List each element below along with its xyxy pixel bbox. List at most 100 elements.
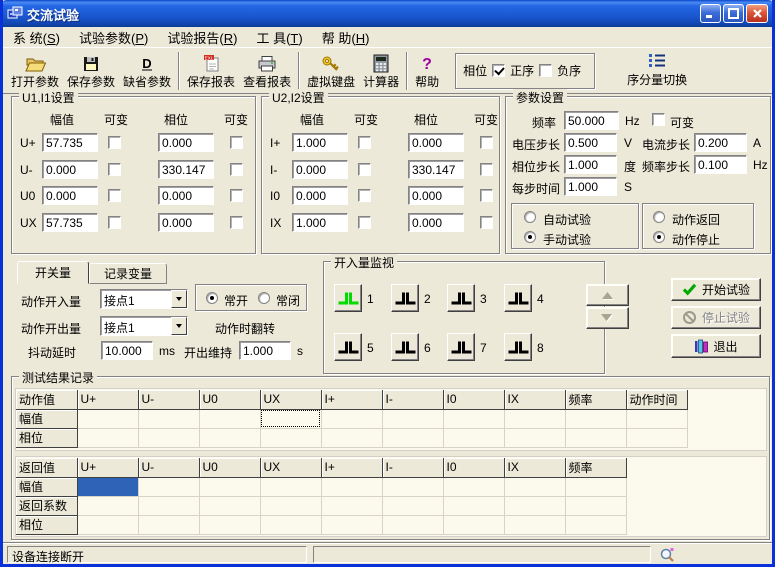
grid-cell[interactable]: [443, 477, 504, 496]
phase-step-input[interactable]: [564, 155, 617, 174]
menu-item-r[interactable]: 试验报告(R): [159, 26, 245, 49]
manual-test-radio[interactable]: [524, 231, 536, 243]
grid-cell[interactable]: [565, 428, 626, 447]
action-stop-radio[interactable]: [653, 231, 665, 243]
u1-U+-amplitude-input[interactable]: [42, 133, 98, 152]
u2-I+-amplitude-input[interactable]: [292, 133, 348, 152]
grid-cell[interactable]: [382, 409, 443, 428]
u1-U0-phase-variable-checkbox[interactable]: [230, 189, 243, 202]
u1-U+-phase-input[interactable]: [158, 133, 214, 152]
grid-cell[interactable]: [382, 428, 443, 447]
voltage-step-input[interactable]: [564, 133, 617, 152]
contact-indicator-button-2[interactable]: [391, 284, 419, 312]
toolbar-button-virtual-keyboard-key[interactable]: 虚拟键盘: [303, 50, 359, 92]
grid-column-header[interactable]: 频率: [565, 390, 626, 409]
toolbar-button-default-d[interactable]: D缺省参数: [119, 50, 175, 92]
grid-column-header[interactable]: I-: [382, 390, 443, 409]
grid-cell[interactable]: [260, 477, 321, 496]
grid-column-header[interactable]: I-: [382, 458, 443, 477]
grid-cell[interactable]: [565, 477, 626, 496]
step-time-input[interactable]: [564, 177, 617, 196]
grid-column-header[interactable]: I+: [321, 390, 382, 409]
hold-input[interactable]: [239, 341, 291, 360]
u1-U0-phase-input[interactable]: [158, 186, 214, 205]
tab-record-variables[interactable]: 记录变量: [89, 263, 167, 284]
chevron-down-icon[interactable]: [171, 317, 187, 335]
contact-indicator-button-1[interactable]: [334, 284, 362, 312]
minimize-button[interactable]: [700, 4, 721, 23]
grid-corner-header[interactable]: 返回值: [16, 458, 77, 477]
u2-IX-phase-variable-checkbox[interactable]: [480, 216, 493, 229]
contact-indicator-button-5[interactable]: [334, 333, 362, 361]
grid-cell[interactable]: [382, 477, 443, 496]
normally-closed-radio[interactable]: [258, 292, 270, 304]
action-output-combobox[interactable]: 接点1: [100, 316, 188, 336]
grid-cell[interactable]: [382, 496, 443, 515]
u1-U+-amplitude-variable-checkbox[interactable]: [108, 136, 121, 149]
u2-I0-phase-input[interactable]: [408, 186, 464, 205]
grid-corner-header[interactable]: 动作值: [16, 390, 77, 409]
u1-U--phase-variable-checkbox[interactable]: [230, 163, 243, 176]
grid-cell[interactable]: [77, 496, 138, 515]
grid-row-header[interactable]: 幅值: [16, 409, 77, 428]
grid-cell[interactable]: [138, 409, 199, 428]
grid-cell[interactable]: [443, 428, 504, 447]
grid-cell[interactable]: [443, 515, 504, 534]
grid-row-header[interactable]: 相位: [16, 515, 77, 534]
grid-cell[interactable]: [77, 428, 138, 447]
u1-U--phase-input[interactable]: [158, 160, 214, 179]
toolbar-button-open-folder[interactable]: 打开参数: [7, 50, 63, 92]
toolbar-button-save-floppy[interactable]: 保存参数: [63, 50, 119, 92]
grid-column-header[interactable]: U0: [199, 390, 260, 409]
grid-cell[interactable]: [504, 515, 565, 534]
contact-indicator-button-7[interactable]: [447, 333, 475, 361]
u2-I+-phase-variable-checkbox[interactable]: [480, 136, 493, 149]
u2-I--amplitude-input[interactable]: [292, 160, 348, 179]
stop-test-button[interactable]: 停止试验: [671, 306, 761, 329]
grid-cell[interactable]: [77, 409, 138, 428]
grid-row-header[interactable]: 幅值: [16, 477, 77, 496]
grid-cell[interactable]: [77, 477, 138, 496]
positive-sequence-checkbox[interactable]: [492, 64, 505, 77]
grid-cell[interactable]: [199, 428, 260, 447]
toolbar-button-save-report[interactable]: EXL保存报表: [183, 50, 239, 92]
grid-column-header[interactable]: IX: [504, 458, 565, 477]
grid-cell[interactable]: [260, 428, 321, 447]
grid-cell[interactable]: [138, 515, 199, 534]
debounce-input[interactable]: [101, 341, 153, 360]
grid-cell[interactable]: [138, 477, 199, 496]
grid-cell[interactable]: [321, 428, 382, 447]
grid-cell[interactable]: [504, 496, 565, 515]
start-test-button[interactable]: 开始试验: [671, 278, 761, 301]
u2-I--phase-variable-checkbox[interactable]: [480, 163, 493, 176]
u1-U0-amplitude-input[interactable]: [42, 186, 98, 205]
status-zoom-button[interactable]: [656, 546, 678, 563]
frequency-variable-checkbox[interactable]: [652, 113, 665, 126]
grid-column-header[interactable]: U-: [138, 390, 199, 409]
move-down-button[interactable]: [586, 307, 629, 329]
grid-cell[interactable]: [626, 428, 687, 447]
u1-U--amplitude-input[interactable]: [42, 160, 98, 179]
grid-cell[interactable]: [443, 409, 504, 428]
u2-IX-amplitude-variable-checkbox[interactable]: [358, 216, 371, 229]
menu-item-p[interactable]: 试验参数(P): [71, 26, 156, 49]
grid-row-header[interactable]: 返回系数: [16, 496, 77, 515]
grid-cell[interactable]: [626, 409, 687, 428]
grid-cell[interactable]: [260, 409, 321, 428]
menu-item-s[interactable]: 系 统(S): [5, 26, 68, 49]
grid-column-header[interactable]: I0: [443, 458, 504, 477]
u2-I--amplitude-variable-checkbox[interactable]: [358, 163, 371, 176]
u1-UX-phase-input[interactable]: [158, 213, 214, 232]
grid-column-header[interactable]: 频率: [565, 458, 626, 477]
grid-column-header[interactable]: U0: [199, 458, 260, 477]
freq-step-input[interactable]: [694, 155, 747, 174]
grid-column-header[interactable]: I+: [321, 458, 382, 477]
grid-cell[interactable]: [504, 409, 565, 428]
grid-cell[interactable]: [138, 496, 199, 515]
grid-column-header[interactable]: 动作时间: [626, 390, 687, 409]
grid-cell[interactable]: [382, 515, 443, 534]
grid-cell[interactable]: [321, 409, 382, 428]
grid-cell[interactable]: [199, 477, 260, 496]
grid-cell[interactable]: [565, 409, 626, 428]
u2-I0-amplitude-variable-checkbox[interactable]: [358, 189, 371, 202]
